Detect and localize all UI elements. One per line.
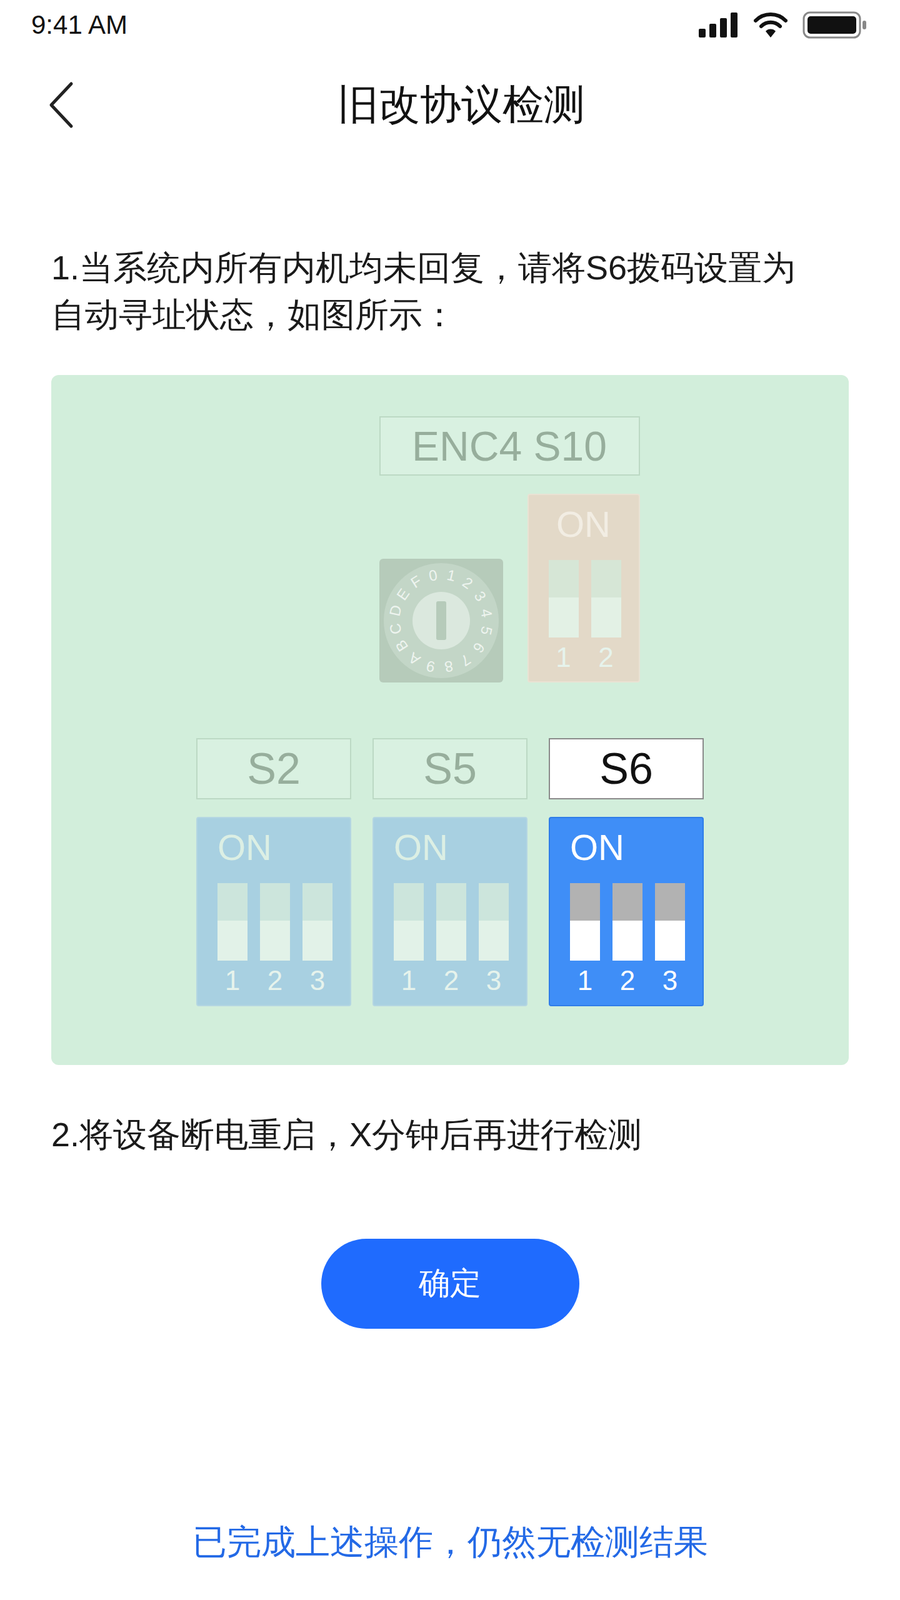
status-time: 9:41 AM bbox=[31, 10, 128, 40]
status-bar: 9:41 AM bbox=[0, 0, 900, 50]
on-label: ON bbox=[548, 506, 619, 543]
switch-group-row: S2ON123S5ON123S6ON123 bbox=[196, 738, 704, 1006]
switch-toggle[interactable]: 2 bbox=[612, 883, 643, 996]
confirm-button[interactable]: 确定 bbox=[321, 1238, 580, 1329]
battery-icon bbox=[802, 11, 868, 39]
group-label: S5 bbox=[372, 738, 528, 800]
dip-switch: ON 12 bbox=[527, 493, 640, 683]
switch-number: 2 bbox=[598, 642, 614, 673]
switch-number: 3 bbox=[662, 965, 678, 996]
screen: 9:41 AM 旧改协议检测 1.当系统内所有内机均未回复，请将S6拨码设置为自动寻… bbox=[0, 0, 900, 1600]
switch-group: S2 ON 123 bbox=[196, 738, 352, 1006]
encoder-group: ENC4 S10 0123456789ABCDEF ON 12 bbox=[379, 416, 640, 683]
wifi-icon bbox=[753, 12, 788, 38]
switch-toggle[interactable]: 1 bbox=[570, 883, 600, 996]
switch-number: 3 bbox=[310, 965, 325, 996]
switch-toggle[interactable]: 3 bbox=[655, 883, 685, 996]
rotary-switch: 0123456789ABCDEF bbox=[379, 558, 504, 683]
on-label: ON bbox=[217, 829, 330, 866]
nav-bar: 旧改协议检测 bbox=[0, 50, 900, 160]
help-link[interactable]: 已完成上述操作，仍然无检测结果 bbox=[192, 1518, 709, 1566]
switch-toggle[interactable]: 2 bbox=[260, 883, 290, 996]
group-label: ENC4 S10 bbox=[379, 416, 640, 476]
page-title: 旧改协议检测 bbox=[337, 76, 585, 134]
dip-switch: ON 123 bbox=[372, 816, 528, 1006]
dip-switch: ON 123 bbox=[196, 816, 352, 1006]
switch-number: 2 bbox=[620, 965, 635, 996]
back-icon[interactable] bbox=[47, 81, 75, 129]
switch-toggle[interactable]: 3 bbox=[302, 883, 333, 996]
on-label: ON bbox=[393, 829, 507, 866]
status-icons bbox=[698, 11, 868, 39]
switch-toggle[interactable]: 2 bbox=[591, 560, 622, 673]
switch-toggle[interactable]: 1 bbox=[217, 883, 248, 996]
switch-number: 2 bbox=[267, 965, 283, 996]
switch-toggle[interactable]: 1 bbox=[393, 883, 424, 996]
switch-number: 2 bbox=[443, 965, 459, 996]
switch-number: 1 bbox=[401, 965, 417, 996]
switch-number: 3 bbox=[486, 965, 502, 996]
switch-toggle[interactable]: 3 bbox=[478, 883, 509, 996]
dip-switch: ON 123 bbox=[548, 816, 704, 1006]
switch-toggle[interactable]: 2 bbox=[436, 883, 467, 996]
switch-group: S5 ON 123 bbox=[372, 738, 528, 1006]
switch-panel: ENC4 S100123456789ABCDEFON12S2ON123S5ON1… bbox=[51, 375, 849, 1065]
rotary-knob bbox=[412, 591, 470, 650]
switch-toggle[interactable]: 1 bbox=[548, 560, 579, 673]
switch-group: S6 ON 123 bbox=[548, 738, 704, 1006]
switch-number: 1 bbox=[577, 965, 593, 996]
step-text: 2.将设备断电重启，X分钟后再进行检测 bbox=[0, 1111, 865, 1159]
switch-number: 1 bbox=[555, 642, 571, 673]
group-label: S6 bbox=[548, 738, 704, 800]
switch-number: 1 bbox=[225, 965, 240, 996]
step-text: 1.当系统内所有内机均未回复，请将S6拨码设置为自动寻址状态，如图所示： bbox=[0, 244, 865, 339]
group-label: S2 bbox=[196, 738, 352, 800]
on-label: ON bbox=[570, 829, 683, 866]
signal-icon bbox=[698, 12, 739, 38]
